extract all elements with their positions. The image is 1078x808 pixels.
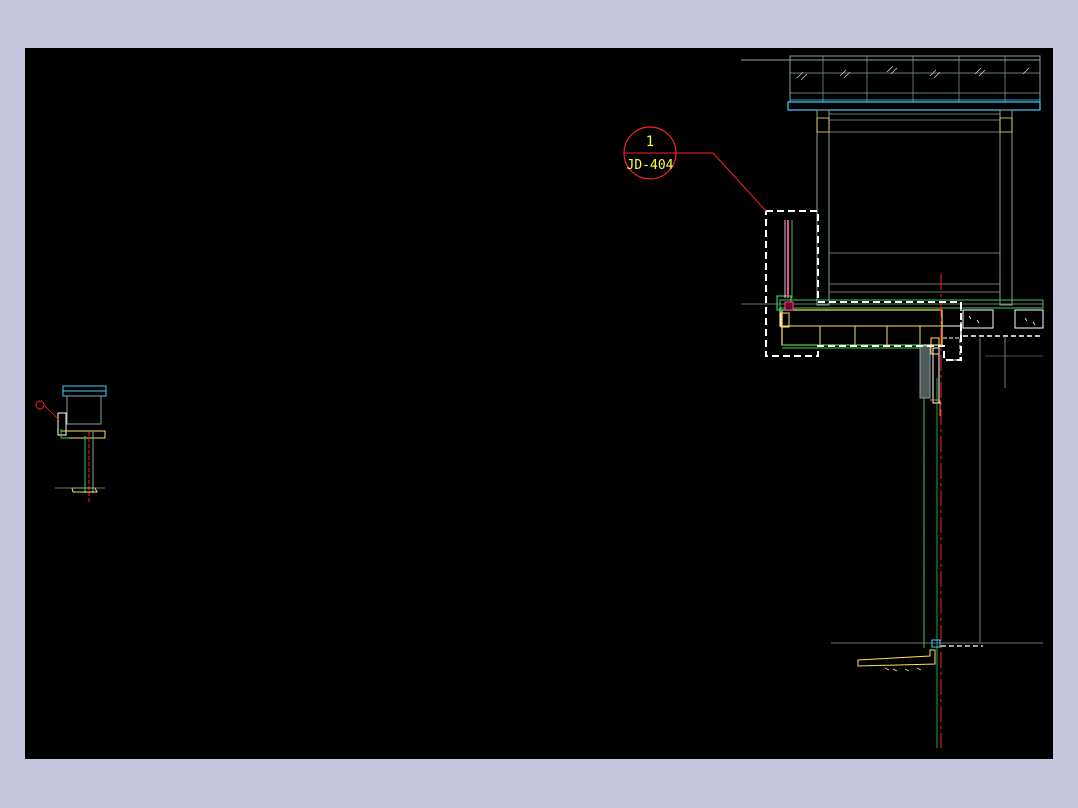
- thumbnail-detail: [35, 385, 107, 503]
- callout-number: 1: [646, 134, 654, 150]
- cad-drawing-viewport[interactable]: 1 JD-404: [25, 48, 1053, 759]
- cad-drawing-canvas: 1 JD-404: [35, 55, 1044, 748]
- right-section: [943, 306, 1044, 643]
- callout-sheet-ref: JD-404: [627, 158, 674, 173]
- upper-frame: [816, 109, 1013, 306]
- upper-railing: [741, 55, 1041, 111]
- detail-callout: 1 JD-404: [623, 126, 767, 212]
